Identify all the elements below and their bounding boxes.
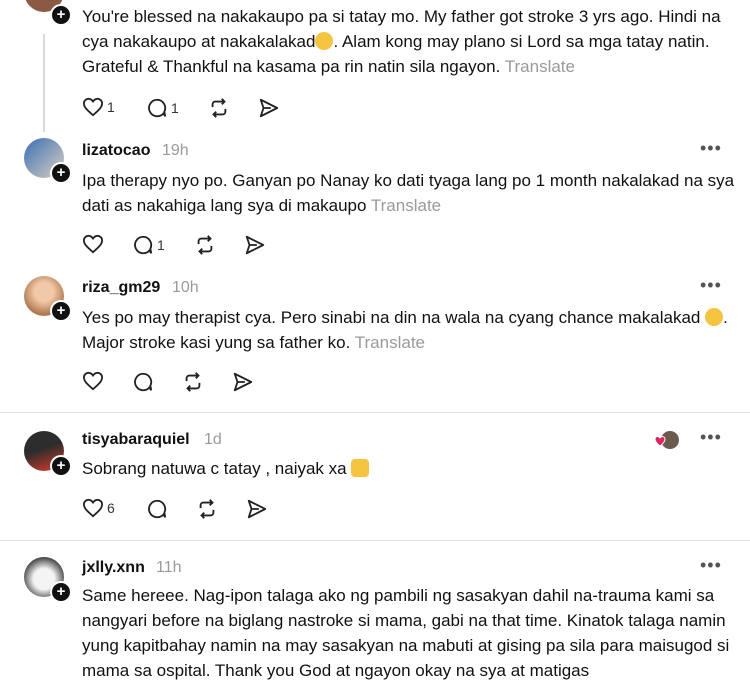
speech-bubble-icon bbox=[134, 235, 153, 255]
repost-button[interactable] bbox=[182, 371, 204, 393]
follow-plus-icon[interactable]: + bbox=[50, 455, 72, 477]
repost-icon bbox=[185, 372, 201, 392]
comment-text: Same hereee. Nag-ipon talaga ako ng pamb… bbox=[82, 583, 742, 683]
like-count: 1 bbox=[107, 99, 115, 115]
timestamp: 11h bbox=[156, 559, 182, 576]
reply-button[interactable]: 1 bbox=[132, 234, 165, 256]
translate-link[interactable]: Translate bbox=[355, 333, 425, 352]
timestamp: 19h bbox=[162, 142, 189, 159]
follow-plus-icon[interactable]: + bbox=[50, 300, 72, 322]
timestamp: 10h bbox=[172, 279, 199, 296]
like-button[interactable] bbox=[82, 234, 104, 254]
liked-by-author-icon bbox=[654, 430, 680, 450]
more-dots-icon[interactable]: ••• bbox=[700, 138, 722, 159]
reply-count: 1 bbox=[171, 100, 179, 116]
reply-button[interactable] bbox=[132, 371, 154, 393]
comment-text: Ipa therapy nyo po. Ganyan po Nanay ko d… bbox=[82, 168, 742, 218]
share-button[interactable] bbox=[246, 498, 268, 520]
translate-link[interactable]: Translate bbox=[505, 57, 575, 76]
follow-plus-icon[interactable]: + bbox=[50, 581, 72, 603]
thumbs-up-emoji-icon bbox=[351, 459, 370, 477]
comment-text: You're blessed na nakakaupo pa si tatay … bbox=[82, 4, 742, 79]
speech-bubble-icon bbox=[148, 499, 167, 519]
more-dots-icon[interactable]: ••• bbox=[700, 427, 722, 448]
repost-button[interactable] bbox=[194, 234, 216, 256]
comment-text-part: Same hereee. Nag-ipon talaga ako ng pamb… bbox=[82, 586, 730, 680]
repost-button[interactable] bbox=[196, 498, 218, 520]
share-button[interactable] bbox=[244, 234, 266, 256]
reply-count: 1 bbox=[157, 237, 165, 253]
follow-plus-icon[interactable]: + bbox=[50, 4, 72, 26]
username[interactable]: lizatocao bbox=[82, 142, 150, 160]
reply-button[interactable]: 1 bbox=[146, 97, 179, 119]
send-icon bbox=[233, 372, 253, 392]
send-icon bbox=[259, 98, 279, 118]
heart-icon bbox=[82, 97, 104, 117]
like-count: 6 bbox=[107, 500, 115, 516]
username[interactable]: riza_gm29 bbox=[82, 279, 160, 297]
comment-text: Yes po may therapist cya. Pero sinabi na… bbox=[82, 305, 742, 355]
heart-icon bbox=[82, 234, 104, 254]
comment-text-part: Yes po may therapist cya. Pero sinabi na… bbox=[82, 308, 701, 327]
more-dots-icon[interactable]: ••• bbox=[700, 555, 722, 576]
speech-bubble-icon bbox=[148, 98, 167, 118]
username[interactable]: tisyabaraquiel bbox=[82, 431, 190, 449]
reply-button[interactable] bbox=[146, 498, 168, 520]
divider bbox=[0, 412, 750, 413]
follow-plus-icon[interactable]: + bbox=[50, 162, 72, 184]
like-button[interactable] bbox=[82, 371, 104, 391]
username[interactable]: jxlly.xnn bbox=[82, 559, 145, 577]
speech-bubble-icon bbox=[134, 372, 153, 392]
translate-link[interactable]: Translate bbox=[371, 196, 441, 215]
heart-icon bbox=[82, 371, 104, 391]
repost-icon bbox=[211, 98, 227, 118]
timestamp: 1d bbox=[204, 431, 222, 448]
more-dots-icon[interactable]: ••• bbox=[700, 275, 722, 296]
pensive-emoji-icon bbox=[705, 308, 724, 326]
heart-icon bbox=[82, 498, 104, 518]
like-button[interactable]: 6 bbox=[82, 498, 115, 518]
repost-icon bbox=[199, 499, 215, 519]
repost-icon bbox=[197, 235, 213, 255]
send-icon bbox=[247, 499, 267, 519]
share-button[interactable] bbox=[232, 371, 254, 393]
comment-text-part: Sobrang natuwa c tatay , naiyak xa bbox=[82, 459, 347, 478]
comment-text: Sobrang natuwa c tatay , naiyak xa bbox=[82, 456, 742, 481]
divider bbox=[0, 540, 750, 541]
send-icon bbox=[245, 235, 265, 255]
pensive-emoji-icon bbox=[315, 32, 334, 50]
like-button[interactable]: 1 bbox=[82, 97, 115, 117]
share-button[interactable] bbox=[258, 97, 280, 119]
repost-button[interactable] bbox=[208, 97, 230, 119]
thread-line bbox=[43, 34, 45, 132]
